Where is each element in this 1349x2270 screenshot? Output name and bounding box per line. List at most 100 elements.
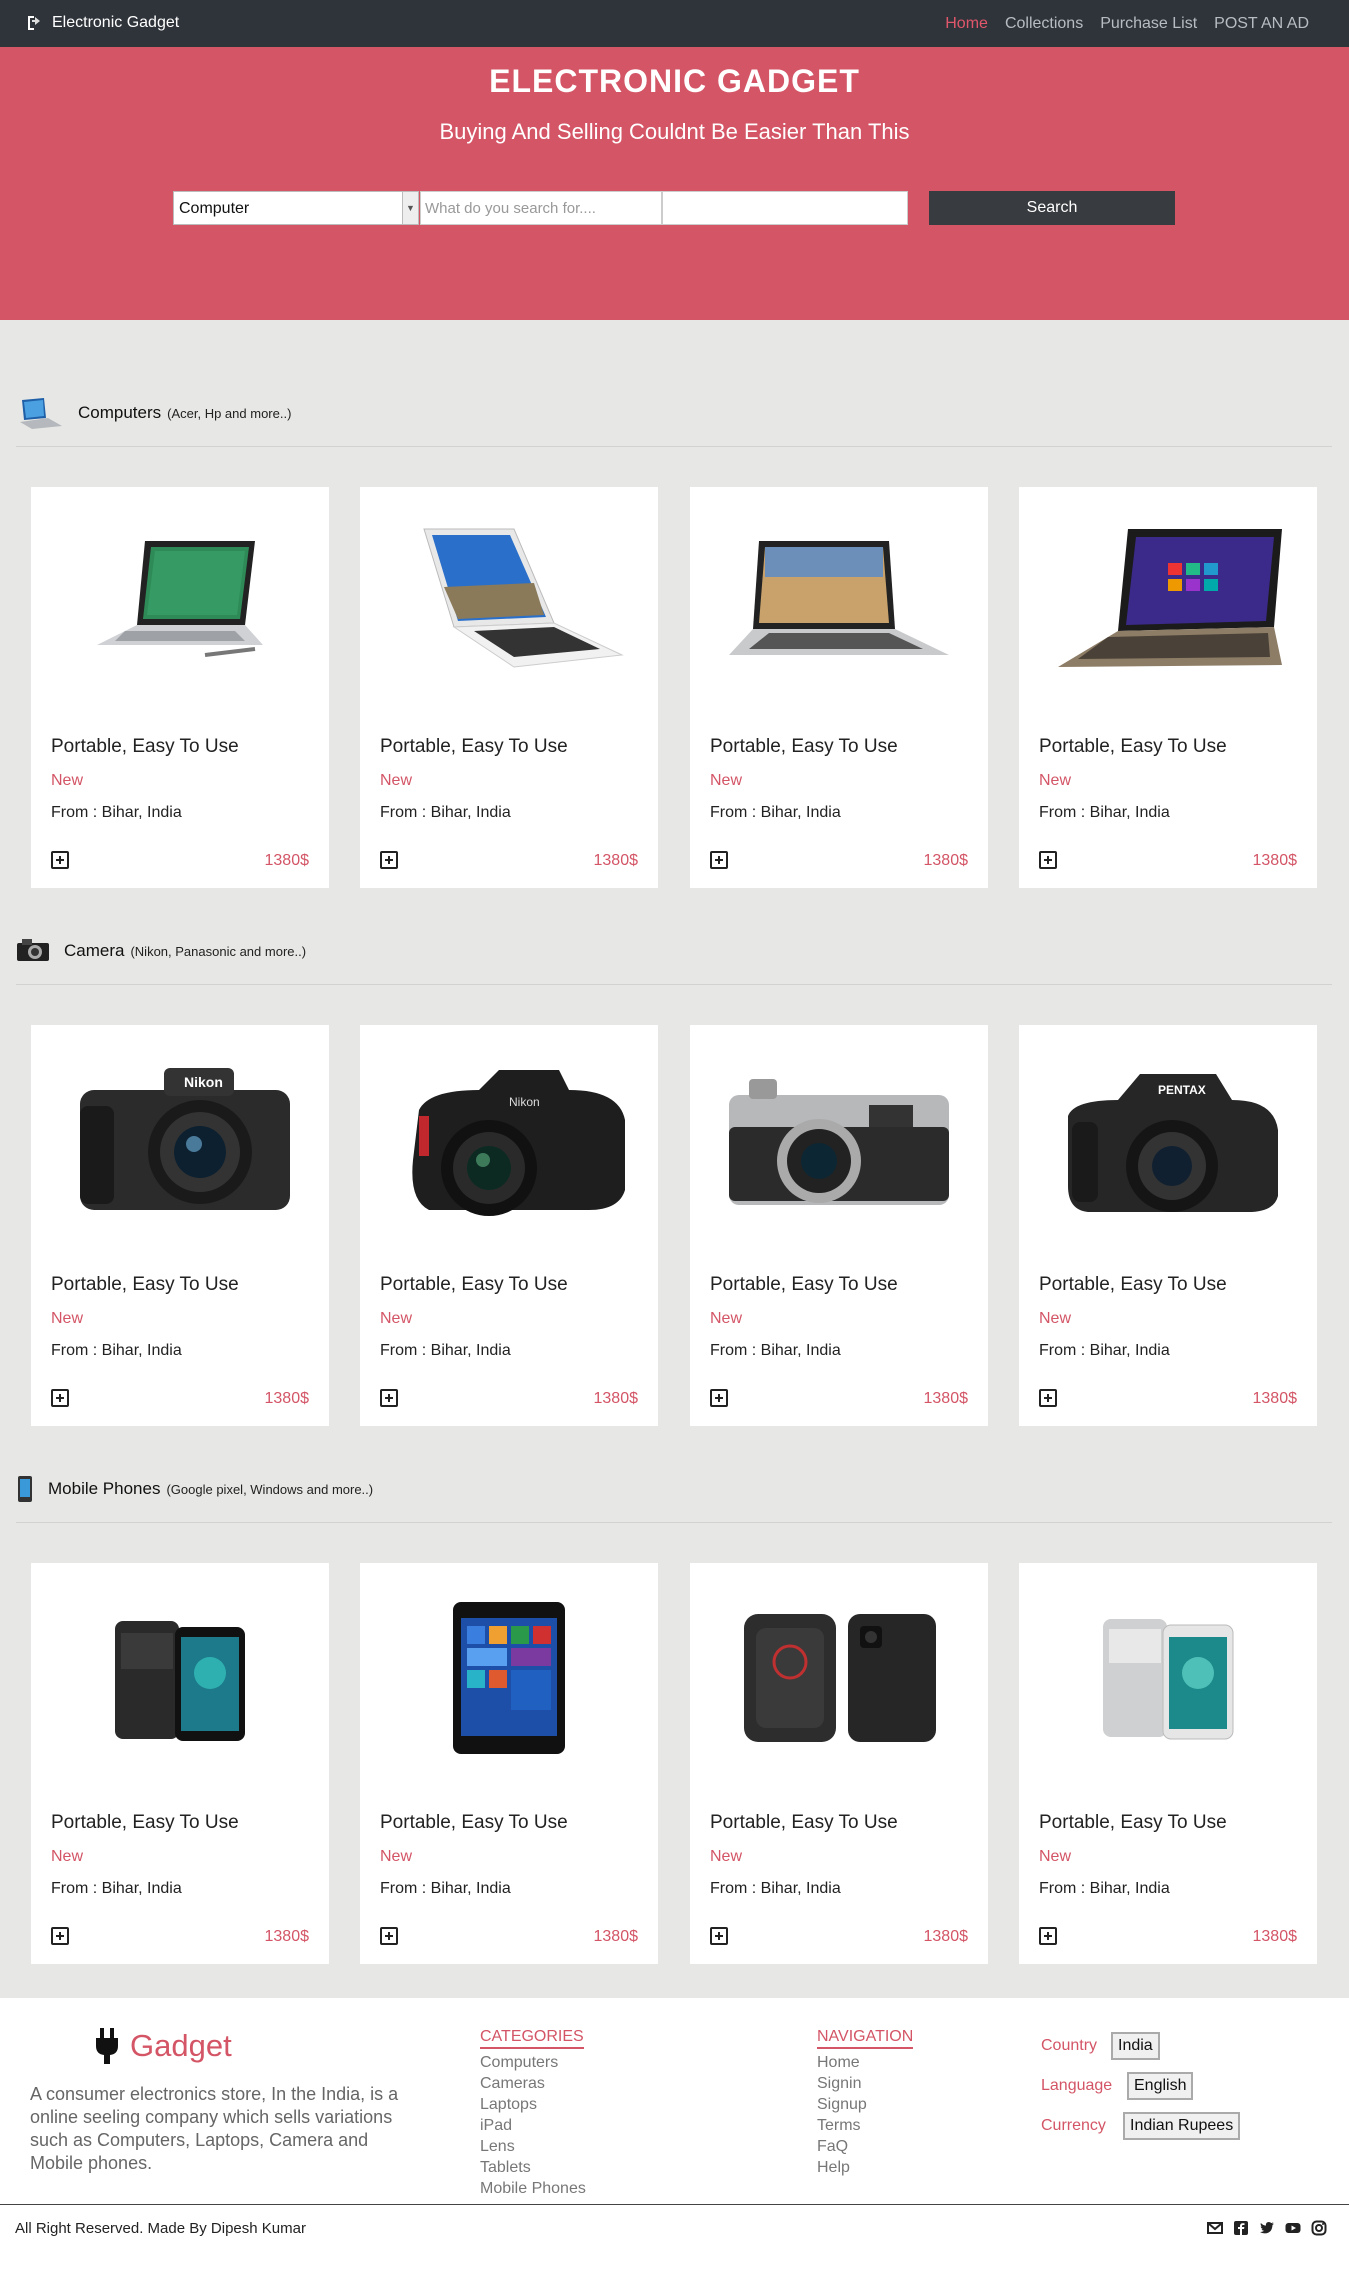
product-image[interactable] [380, 507, 638, 697]
footer-navigation-title: NAVIGATION [817, 2028, 914, 2049]
product-image[interactable] [380, 1583, 638, 1773]
instagram-icon[interactable] [1311, 2220, 1327, 2236]
footer-link[interactable]: Help [817, 2157, 913, 2178]
nav-post-ad[interactable]: POST AN AD [1214, 15, 1309, 33]
product-condition: New [51, 772, 84, 789]
product-title[interactable]: Portable, Easy To Use [710, 1274, 898, 1296]
product-card[interactable]: PENTAX Portable, Easy To Use New From : … [1019, 1025, 1317, 1426]
product-image[interactable] [1039, 507, 1297, 697]
add-to-list-icon[interactable] [710, 851, 728, 869]
footer-link[interactable]: Signup [817, 2094, 913, 2115]
add-to-list-icon[interactable] [1039, 851, 1057, 869]
product-location: From : Bihar, India [51, 1342, 182, 1359]
copyright: All Right Reserved. Made By Dipesh Kumar [15, 2220, 306, 2237]
product-card[interactable]: Nikon Portable, Easy To Use New From : B… [31, 1025, 329, 1426]
product-card[interactable]: Portable, Easy To Use New From : Bihar, … [360, 1563, 658, 1964]
footer-link[interactable]: Laptops [480, 2094, 586, 2115]
brand[interactable]: Electronic Gadget [24, 13, 179, 33]
nav-purchase-list[interactable]: Purchase List [1100, 15, 1197, 33]
product-card[interactable]: Portable, Easy To Use New From : Bihar, … [690, 1025, 988, 1426]
product-image[interactable] [51, 1583, 309, 1773]
currency-button[interactable]: Indian Rupees [1123, 2112, 1241, 2140]
product-title[interactable]: Portable, Easy To Use [380, 736, 568, 758]
product-condition: New [710, 772, 743, 789]
facebook-icon[interactable] [1233, 2220, 1249, 2236]
product-image[interactable]: Nikon [51, 1045, 309, 1235]
location-input[interactable] [662, 191, 908, 225]
product-location: From : Bihar, India [1039, 1342, 1170, 1359]
product-card[interactable]: Portable, Easy To Use New From : Bihar, … [31, 487, 329, 888]
add-to-list-icon[interactable] [1039, 1389, 1057, 1407]
footer-link[interactable]: Home [817, 2052, 913, 2073]
product-card[interactable]: Portable, Easy To Use New From : Bihar, … [690, 487, 988, 888]
product-price: 1380$ [1252, 852, 1298, 869]
add-to-list-icon[interactable] [710, 1389, 728, 1407]
product-condition: New [1039, 1848, 1072, 1865]
product-title[interactable]: Portable, Easy To Use [710, 736, 898, 758]
product-title[interactable]: Portable, Easy To Use [1039, 1274, 1227, 1296]
product-title[interactable]: Portable, Easy To Use [51, 1812, 239, 1834]
footer-link[interactable]: FaQ [817, 2136, 913, 2157]
product-title[interactable]: Portable, Easy To Use [1039, 1812, 1227, 1834]
product-price: 1380$ [923, 1928, 969, 1945]
product-card[interactable]: Portable, Easy To Use New From : Bihar, … [31, 1563, 329, 1964]
footer-link[interactable]: Signin [817, 2073, 913, 2094]
product-title[interactable]: Portable, Easy To Use [380, 1812, 568, 1834]
language-button[interactable]: English [1127, 2072, 1194, 2100]
footer-link[interactable]: Mobile Phones [480, 2178, 586, 2199]
category-select[interactable]: Computer ▼ [173, 191, 419, 225]
product-card[interactable]: Portable, Easy To Use New From : Bihar, … [1019, 1563, 1317, 1964]
add-to-list-icon[interactable] [1039, 1927, 1057, 1945]
country-button[interactable]: India [1111, 2032, 1160, 2060]
youtube-icon[interactable] [1285, 2220, 1301, 2236]
product-title[interactable]: Portable, Easy To Use [380, 1274, 568, 1296]
product-image[interactable] [1039, 1583, 1297, 1773]
add-to-list-icon[interactable] [380, 851, 398, 869]
search-button[interactable]: Search [929, 191, 1175, 225]
product-title[interactable]: Portable, Easy To Use [51, 736, 239, 758]
product-card[interactable]: Portable, Easy To Use New From : Bihar, … [1019, 487, 1317, 888]
add-to-list-icon[interactable] [51, 851, 69, 869]
product-image[interactable] [710, 1583, 968, 1773]
product-price: 1380$ [264, 1390, 310, 1407]
footer-link[interactable]: iPad [480, 2115, 586, 2136]
nav-home[interactable]: Home [945, 15, 988, 33]
footer-link[interactable]: Terms [817, 2115, 913, 2136]
nav-collections[interactable]: Collections [1005, 15, 1083, 33]
footer-logo[interactable]: Gadget [94, 2028, 232, 2064]
search-input[interactable]: What do you search for.... [420, 191, 662, 225]
product-card[interactable]: Portable, Easy To Use New From : Bihar, … [360, 487, 658, 888]
product-location: From : Bihar, India [710, 1342, 841, 1359]
add-to-list-icon[interactable] [380, 1389, 398, 1407]
footer-link[interactable]: Tablets [480, 2157, 586, 2178]
currency-label: Currency [1041, 2117, 1106, 2134]
product-image[interactable] [51, 507, 309, 697]
footer-categories-title: CATEGORIES [480, 2028, 584, 2049]
product-image[interactable] [710, 507, 968, 697]
product-price: 1380$ [923, 852, 969, 869]
chevron-down-icon[interactable]: ▼ [402, 192, 418, 224]
product-condition: New [710, 1848, 743, 1865]
product-card[interactable]: Nikon Portable, Easy To Use New From : B… [360, 1025, 658, 1426]
hero-title: ELECTRONIC GADGET [489, 63, 860, 99]
product-title[interactable]: Portable, Easy To Use [51, 1274, 239, 1296]
add-to-list-icon[interactable] [51, 1927, 69, 1945]
add-to-list-icon[interactable] [710, 1927, 728, 1945]
product-title[interactable]: Portable, Easy To Use [710, 1812, 898, 1834]
svg-text:Nikon: Nikon [509, 1095, 540, 1109]
mail-icon[interactable] [1207, 2220, 1223, 2236]
product-image[interactable]: Nikon [380, 1045, 638, 1235]
twitter-icon[interactable] [1259, 2220, 1275, 2236]
add-to-list-icon[interactable] [380, 1927, 398, 1945]
footer-link[interactable]: Lens [480, 2136, 586, 2157]
add-to-list-icon[interactable] [51, 1389, 69, 1407]
product-image[interactable] [710, 1045, 968, 1235]
product-title[interactable]: Portable, Easy To Use [1039, 736, 1227, 758]
product-card[interactable]: Portable, Easy To Use New From : Bihar, … [690, 1563, 988, 1964]
product-price: 1380$ [1252, 1390, 1298, 1407]
product-image[interactable]: PENTAX [1039, 1045, 1297, 1235]
product-price: 1380$ [923, 1390, 969, 1407]
product-condition: New [1039, 1310, 1072, 1327]
footer-link[interactable]: Cameras [480, 2073, 586, 2094]
footer-link[interactable]: Computers [480, 2052, 586, 2073]
